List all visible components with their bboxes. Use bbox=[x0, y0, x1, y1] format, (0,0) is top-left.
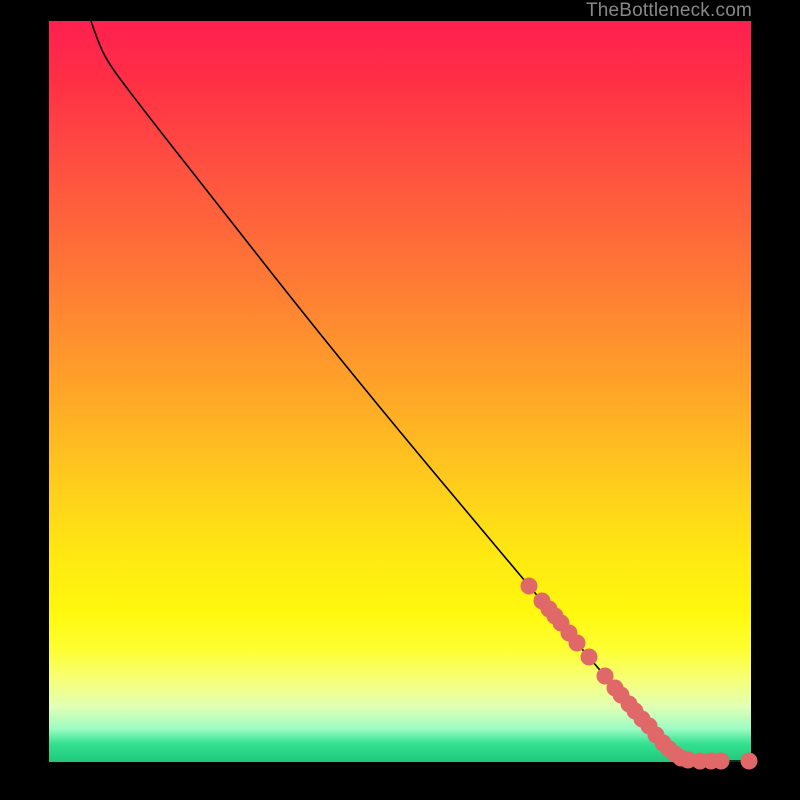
data-marker bbox=[741, 753, 758, 770]
curve-line bbox=[91, 21, 749, 761]
data-markers bbox=[521, 578, 758, 770]
data-marker bbox=[713, 753, 730, 770]
data-marker bbox=[569, 635, 586, 652]
data-marker bbox=[521, 578, 538, 595]
data-marker bbox=[581, 649, 598, 666]
chart-svg bbox=[49, 21, 751, 762]
watermark-label: TheBottleneck.com bbox=[586, 0, 752, 22]
chart-frame: TheBottleneck.com bbox=[0, 0, 800, 800]
